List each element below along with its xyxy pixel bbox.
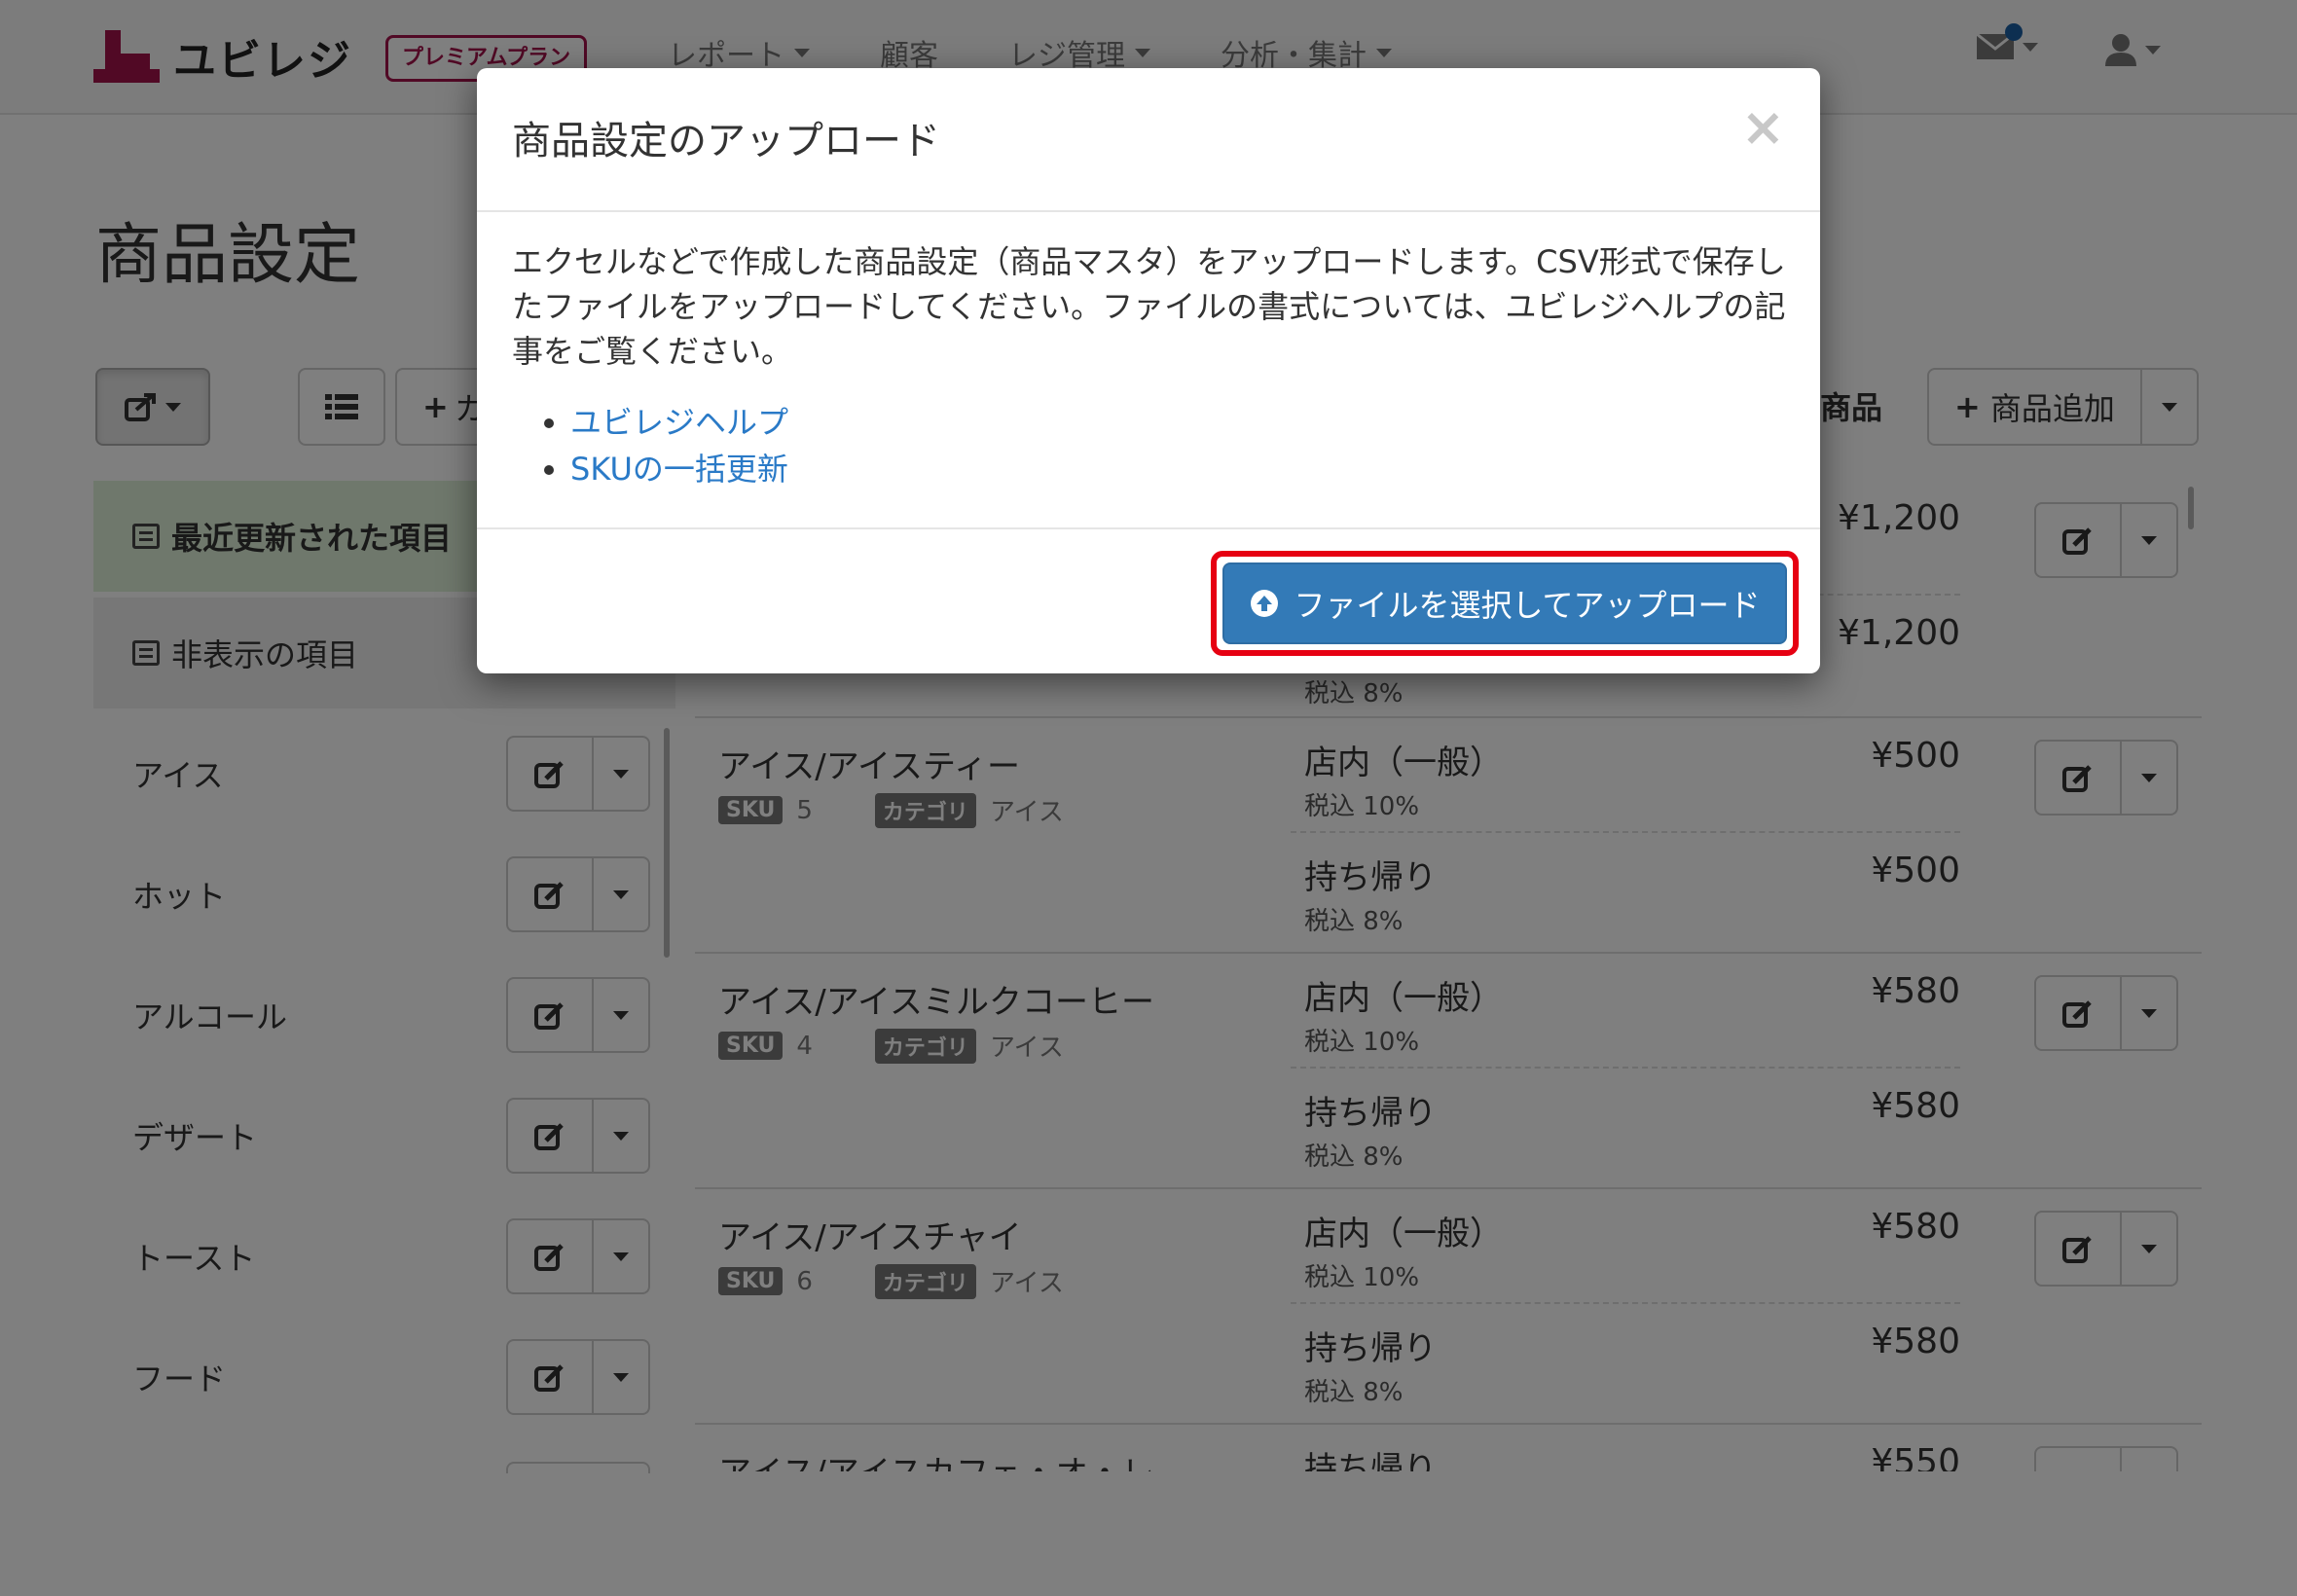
sku-bulk-update-link[interactable]: SKUの一括更新 xyxy=(570,451,788,488)
list-item: ユビレジヘルプ xyxy=(570,399,1787,446)
upload-circle-icon xyxy=(1251,590,1279,617)
modal-footer: ファイルを選択してアップロード xyxy=(477,527,1820,673)
close-icon[interactable]: × xyxy=(1741,101,1785,154)
page: ユビレジ プレミアムプラン レポート 顧客 レジ管理 分析・集計 商品設定 xyxy=(0,0,2297,1596)
modal-title: 商品設定のアップロード xyxy=(512,119,940,163)
help-link[interactable]: ユビレジヘルプ xyxy=(570,404,788,441)
modal-header: 商品設定のアップロード × xyxy=(477,68,1820,212)
upload-button-label: ファイルを選択してアップロード xyxy=(1294,587,1761,624)
upload-file-button[interactable]: ファイルを選択してアップロード xyxy=(1222,562,1787,644)
modal-body: エクセルなどで作成した商品設定（商品マスタ）をアップロードします。CSV形式で保… xyxy=(512,239,1787,492)
upload-modal: 商品設定のアップロード × エクセルなどで作成した商品設定（商品マスタ）をアップ… xyxy=(477,68,1820,673)
list-item: SKUの一括更新 xyxy=(570,446,1787,492)
modal-description: エクセルなどで作成した商品設定（商品マスタ）をアップロードします。CSV形式で保… xyxy=(512,243,1786,370)
help-links: ユビレジヘルプ SKUの一括更新 xyxy=(512,399,1787,492)
